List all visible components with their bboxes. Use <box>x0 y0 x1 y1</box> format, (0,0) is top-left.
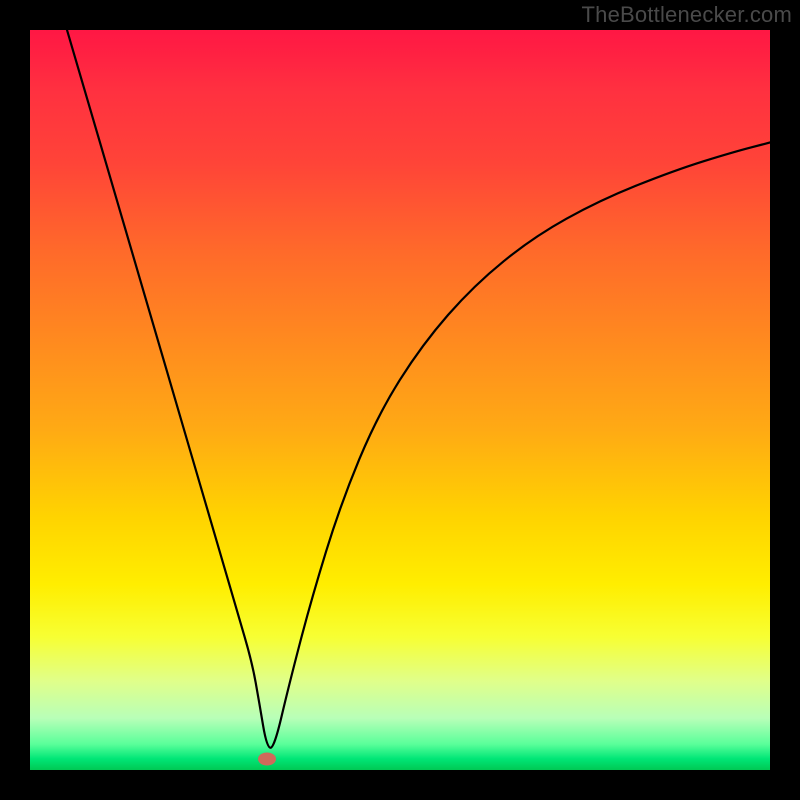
optimum-marker <box>258 752 276 765</box>
curve-svg <box>30 30 770 770</box>
watermark-text: TheBottlenecker.com <box>582 2 792 28</box>
plot-gradient-area <box>30 30 770 770</box>
bottleneck-curve <box>67 30 770 748</box>
